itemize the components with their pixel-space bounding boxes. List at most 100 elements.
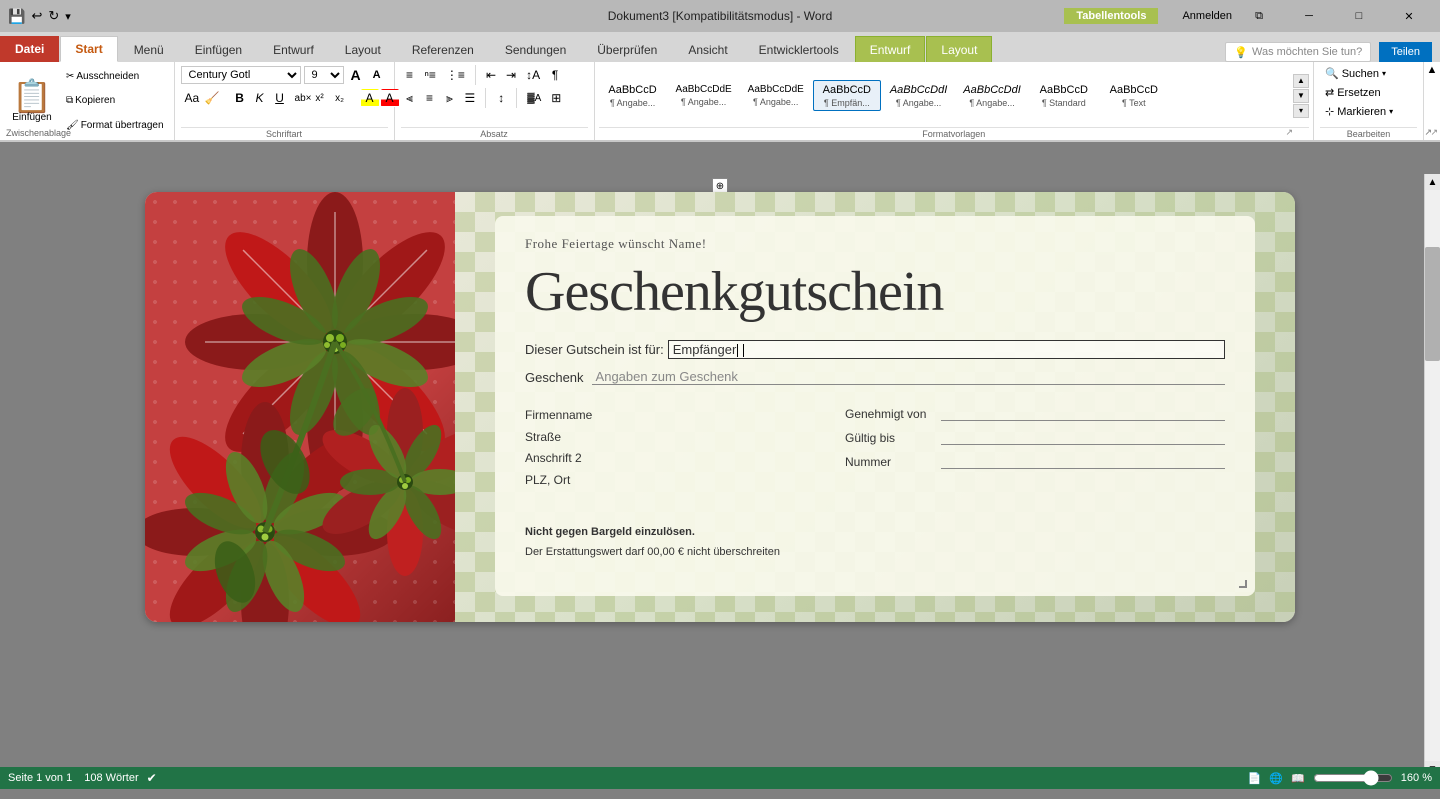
border-button[interactable]: ⊞ <box>547 89 565 107</box>
save-icon[interactable]: 💾 <box>8 8 25 25</box>
multilevel-list-button[interactable]: ⋮≡ <box>442 66 469 84</box>
tab-entwicklertools[interactable]: Entwicklertools <box>744 36 854 62</box>
style-item-0[interactable]: AaBbCcD ¶ Angabe... <box>599 80 667 111</box>
resize-handle[interactable] <box>1239 580 1247 588</box>
close-btn[interactable]: ✕ <box>1386 0 1432 32</box>
subscript-button[interactable]: x² <box>311 91 329 106</box>
clipboard-group: 📋 Einfügen ✂ Ausschneiden ⧉ Kopieren 🖌 F… <box>0 62 175 140</box>
paste-button[interactable]: 📋 Einfügen <box>6 64 58 138</box>
style-item-2[interactable]: AaBbCcDdE ¶ Angabe... <box>741 80 811 111</box>
align-right-button[interactable]: ⫸ <box>441 89 459 108</box>
paste-label: Einfügen <box>12 112 51 123</box>
style-name-1: ¶ Angabe... <box>681 97 726 107</box>
tab-datei[interactable]: Datei <box>0 36 59 62</box>
approved-line[interactable] <box>941 405 1225 421</box>
tab-entwurf1[interactable]: Entwurf <box>258 36 329 62</box>
restore-btn[interactable]: ⧉ <box>1236 0 1282 32</box>
formatvorlagen-expand-icon[interactable]: ↗ <box>1285 127 1293 138</box>
number-label: Nummer <box>845 455 935 469</box>
ribbon-collapse-button[interactable]: ▲ <box>1427 64 1438 76</box>
styles-scroll-down[interactable]: ▼ <box>1293 89 1309 103</box>
styles-scroll: ▲ ▼ ▾ <box>1293 74 1309 118</box>
number-line[interactable] <box>941 453 1225 469</box>
redo-icon[interactable]: ↻ <box>48 8 59 24</box>
style-item-5[interactable]: AaBbCcDdI ¶ Angabe... <box>956 80 1027 111</box>
line-spacing-button[interactable]: ↕ <box>492 89 510 107</box>
tab-layout2[interactable]: Layout <box>926 36 992 62</box>
tab-menu[interactable]: Menü <box>119 36 179 62</box>
font-name-select[interactable]: Century Gotl <box>181 66 301 84</box>
tab-ansicht[interactable]: Ansicht <box>673 36 742 62</box>
align-center-button[interactable]: ≡ <box>421 89 439 107</box>
voucher-number-row: Nummer <box>845 453 1225 469</box>
customize-icon[interactable]: ▾ <box>65 10 71 23</box>
tab-start[interactable]: Start <box>60 36 117 62</box>
teilen-button[interactable]: Teilen <box>1379 42 1432 62</box>
markieren-button[interactable]: ⊹ Markieren ▾ <box>1320 103 1398 120</box>
style-item-7[interactable]: AaBbCcD ¶ Text <box>1100 80 1168 111</box>
valid-line[interactable] <box>941 429 1225 445</box>
sort-button[interactable]: ↕A <box>522 66 544 84</box>
styles-more[interactable]: ▾ <box>1293 104 1309 118</box>
decrease-indent-button[interactable]: ⇤ <box>482 66 500 84</box>
styles-scroll-up[interactable]: ▲ <box>1293 74 1309 88</box>
tab-referenzen[interactable]: Referenzen <box>397 36 489 62</box>
maximize-btn[interactable]: □ <box>1336 0 1382 32</box>
font-size-select[interactable]: 9 <box>304 66 344 84</box>
style-item-1[interactable]: AaBbCcDdE ¶ Angabe... <box>669 80 739 111</box>
minimize-btn[interactable]: ─ <box>1286 0 1332 32</box>
zoom-slider[interactable] <box>1313 770 1393 786</box>
show-marks-button[interactable]: ¶ <box>546 66 564 84</box>
style-item-4[interactable]: AaBbCcDdI ¶ Angabe... <box>883 80 954 111</box>
suchen-button[interactable]: 🔍 Suchen ▾ <box>1320 65 1391 82</box>
view-print-icon[interactable]: 📄 <box>1248 772 1262 785</box>
tab-ueberpruefen[interactable]: Überprüfen <box>582 36 672 62</box>
absatz-controls: ≡ ⁿ≡ ⋮≡ ⇤ ⇥ ↕A ¶ ⫷ ≡ ⫸ ☰ <box>401 65 588 126</box>
tab-entwurf2[interactable]: Entwurf <box>855 36 926 62</box>
text-highlight-button[interactable]: A <box>361 89 379 107</box>
ersetzen-button[interactable]: ⇄ Ersetzen <box>1320 84 1386 101</box>
zoom-level: 160 % <box>1401 772 1432 784</box>
help-search[interactable]: 💡 Was möchten Sie tun? <box>1225 42 1371 62</box>
voucher-gift-value[interactable]: Angaben zum Geschenk <box>592 369 1225 385</box>
ribbon: Datei Start Menü Einfügen Entwurf Layout… <box>0 32 1440 142</box>
numbered-list-button[interactable]: ⁿ≡ <box>421 66 440 84</box>
right-scrollbar[interactable]: ▲ ▼ <box>1424 174 1440 777</box>
align-left-button[interactable]: ⫷ <box>401 89 419 108</box>
copy-button[interactable]: ⧉ Kopieren <box>62 93 168 108</box>
tab-layout1[interactable]: Layout <box>330 36 396 62</box>
cut-button[interactable]: ✂ Ausschneiden <box>62 69 168 84</box>
fine-print-line2: Der Erstattungswert darf 00,00 € nicht ü… <box>525 543 845 563</box>
scroll-track[interactable] <box>1425 190 1440 761</box>
voucher-recipient-field[interactable]: Empfänger <box>668 340 1225 359</box>
anmelden-btn[interactable]: Anmelden <box>1182 10 1232 22</box>
font-case-button[interactable]: Aa <box>181 89 199 107</box>
view-read-icon[interactable]: 📖 <box>1291 772 1305 785</box>
clear-format-button[interactable]: 🧹 <box>201 89 219 107</box>
tab-einfuegen[interactable]: Einfügen <box>180 36 257 62</box>
style-name-4: ¶ Angabe... <box>896 98 941 108</box>
increase-indent-button[interactable]: ⇥ <box>502 66 520 84</box>
font-shrink-button[interactable]: A <box>368 67 386 83</box>
paste-icon: 📋 <box>12 80 52 112</box>
clipboard-section-label: Zwischenablage <box>6 128 71 138</box>
bold-button[interactable]: B <box>231 89 249 107</box>
shading-button[interactable]: ▓A <box>523 91 545 106</box>
font-grow-button[interactable]: A <box>347 65 365 85</box>
superscript-button[interactable]: x₂ <box>331 91 349 106</box>
format-paint-button[interactable]: 🖌 Format übertragen <box>62 118 168 133</box>
scroll-up-button[interactable]: ▲ <box>1425 174 1440 190</box>
undo-icon[interactable]: ↩ <box>31 8 42 24</box>
scroll-thumb[interactable] <box>1425 247 1440 361</box>
justify-button[interactable]: ☰ <box>461 89 480 107</box>
tab-sendungen[interactable]: Sendungen <box>490 36 581 62</box>
strikethrough-button[interactable]: ab× <box>291 91 309 106</box>
style-item-3[interactable]: AaBbCcD ¶ Empfän... <box>813 80 881 111</box>
absatz-expand-icon[interactable]: ↗ <box>1424 127 1432 138</box>
view-web-icon[interactable]: 🌐 <box>1269 772 1283 785</box>
proofread-icon[interactable]: ✔ <box>147 771 157 785</box>
bullet-list-button[interactable]: ≡ <box>401 66 419 84</box>
style-item-6[interactable]: AaBbCcD ¶ Standard <box>1030 80 1098 111</box>
underline-button[interactable]: U <box>271 89 289 107</box>
italic-button[interactable]: K <box>251 89 269 107</box>
